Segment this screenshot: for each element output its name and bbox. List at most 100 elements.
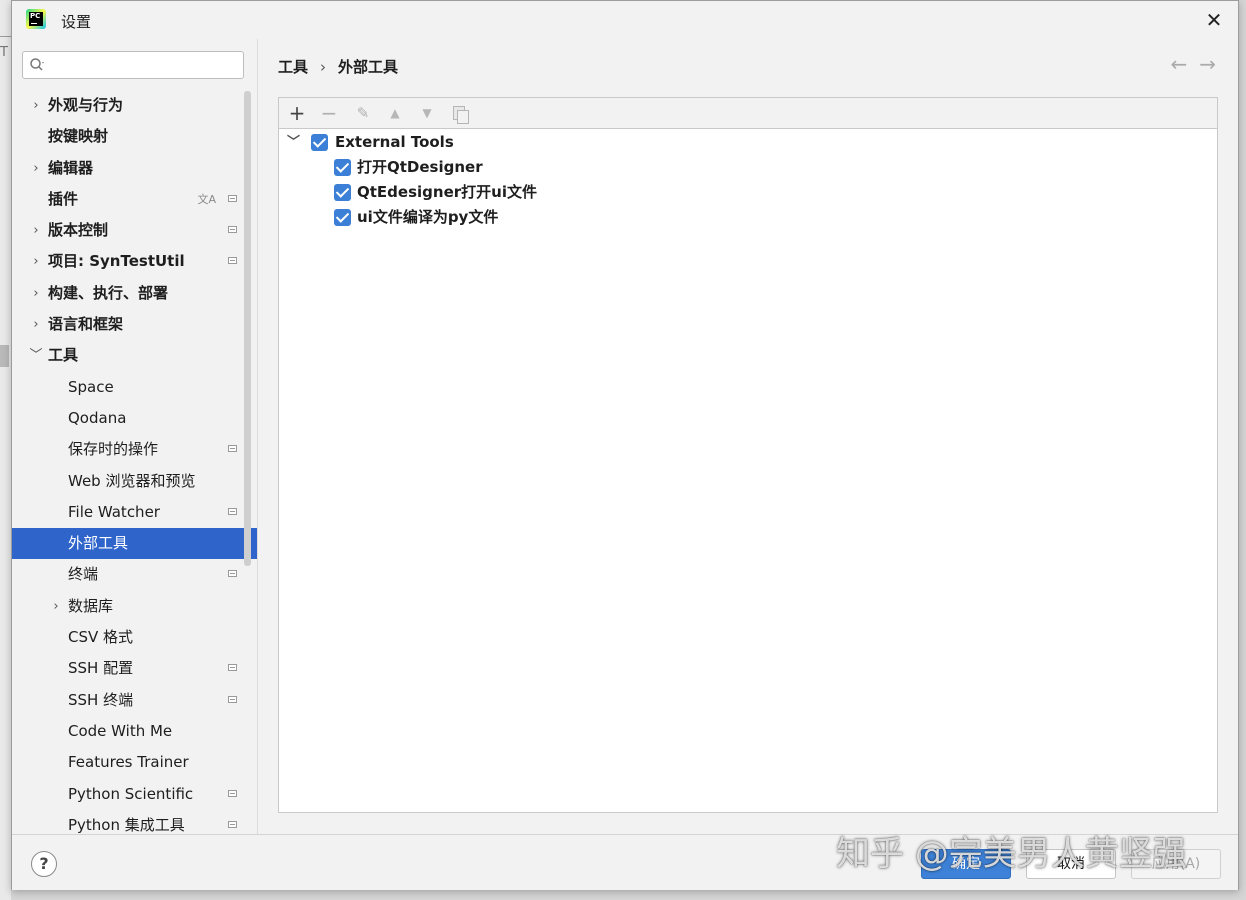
sidebar-item-label: 构建、执行、部署	[48, 283, 169, 302]
sidebar-item[interactable]: 外部工具	[12, 528, 257, 560]
sidebar-item-label: 保存时的操作	[68, 440, 159, 459]
group-checkbox[interactable]	[311, 134, 328, 151]
sidebar-item[interactable]: › 数据库	[12, 591, 257, 622]
sidebar-item-label: 编辑器	[48, 158, 94, 177]
sidebar-item[interactable]: 终端	[12, 559, 257, 590]
chevron-right-icon[interactable]: ›	[29, 153, 43, 184]
chevron-right-icon[interactable]: ›	[29, 309, 43, 340]
sidebar-item-label: Features Trainer	[68, 753, 189, 772]
search-icon	[30, 58, 44, 71]
tree-item[interactable]: QtEdesigner打开ui文件	[279, 180, 1217, 205]
sidebar-item-label: SSH 配置	[68, 659, 134, 678]
project-level-icon	[228, 695, 237, 703]
sidebar-item-label: Python Scientific	[68, 784, 194, 803]
tool-checkbox[interactable]	[334, 209, 351, 226]
background-divider	[0, 36, 11, 37]
sidebar-item-label: 项目: SynTestUtil	[48, 252, 185, 271]
sidebar-item[interactable]: SSH 终端	[12, 685, 257, 716]
sidebar-item[interactable]: File Watcher	[12, 497, 257, 528]
sidebar-item[interactable]: SSH 配置	[12, 653, 257, 684]
project-level-icon	[228, 257, 237, 265]
add-icon[interactable]: +	[285, 101, 309, 125]
breadcrumb: 工具 › 外部工具	[278, 56, 398, 77]
chevron-right-icon[interactable]: ›	[29, 278, 43, 309]
chevron-right-icon[interactable]: ›	[29, 246, 43, 277]
settings-sidebar: › 外观与行为 按键映射 › 编辑器 插件 文A › 版本控制 › 项目: SynTestUtil ›…	[12, 39, 257, 834]
sidebar-item-label: 外观与行为	[48, 96, 124, 114]
project-level-icon	[228, 445, 237, 453]
move-up-icon[interactable]: ▲	[383, 101, 407, 125]
chevron-right-icon[interactable]: ›	[29, 215, 43, 246]
sidebar-item[interactable]: › 版本控制	[12, 215, 257, 246]
edit-icon[interactable]: ✎	[351, 101, 375, 125]
dialog-footer: ? 确定 取消 应用(A)	[12, 834, 1238, 890]
sidebar-item-label: Python 集成工具	[68, 815, 185, 834]
tool-checkbox[interactable]	[334, 184, 351, 201]
help-button[interactable]: ?	[31, 851, 57, 877]
window-title: 设置	[61, 13, 92, 31]
breadcrumb-parent[interactable]: 工具	[278, 58, 308, 76]
sidebar-item[interactable]: Space	[12, 372, 257, 403]
sidebar-item[interactable]: Python Scientific	[12, 779, 257, 810]
external-tools-panel: + − ✎ ▲ ▼ ﹀ External Tools 打开QtDesigner	[278, 97, 1218, 813]
apply-button[interactable]: 应用(A)	[1131, 849, 1221, 879]
move-down-icon[interactable]: ▼	[415, 101, 439, 125]
sidebar-item-label: Space	[68, 377, 114, 396]
close-icon[interactable]: ✕	[1202, 8, 1226, 32]
sidebar-item[interactable]: Qodana	[12, 403, 257, 434]
chevron-down-icon[interactable]: ﹀	[29, 340, 43, 371]
back-arrow-icon[interactable]: ←	[1170, 52, 1199, 76]
tree-item-label: 打开QtDesigner	[357, 158, 483, 176]
tree-item[interactable]: ui文件编译为py文件	[279, 205, 1217, 230]
search-input[interactable]	[22, 51, 244, 79]
tree-item[interactable]: 打开QtDesigner	[279, 155, 1217, 180]
pycharm-logo-icon: PC	[26, 9, 46, 29]
project-level-icon	[228, 226, 237, 234]
sidebar-item-label: 语言和框架	[48, 315, 124, 334]
sidebar-item-label: 插件	[48, 189, 79, 208]
sidebar-item[interactable]: Web 浏览器和预览	[12, 466, 257, 497]
sidebar-item[interactable]: › 构建、执行、部署	[12, 278, 257, 309]
background-text: T	[0, 45, 8, 60]
project-level-icon	[228, 194, 237, 202]
chevron-right-icon[interactable]: ›	[49, 591, 63, 622]
chevron-down-icon[interactable]: ﹀	[287, 130, 300, 155]
sidebar-item[interactable]: › 编辑器	[12, 153, 257, 184]
sidebar-item[interactable]: › 语言和框架	[12, 309, 257, 340]
sidebar-item-label: Qodana	[68, 408, 127, 427]
remove-icon[interactable]: −	[317, 101, 341, 125]
chevron-right-icon[interactable]: ›	[29, 90, 43, 121]
sidebar-scrollbar[interactable]	[244, 91, 251, 566]
sidebar-tree: › 外观与行为 按键映射 › 编辑器 插件 文A › 版本控制 › 项目: SynTestUtil ›…	[12, 90, 257, 834]
project-level-icon	[228, 789, 237, 797]
forward-arrow-icon[interactable]: →	[1199, 52, 1228, 76]
sidebar-item-label: 按键映射	[48, 127, 109, 146]
sidebar-item[interactable]: 插件 文A	[12, 184, 257, 215]
sidebar-item[interactable]: › 外观与行为	[12, 90, 257, 121]
copy-icon[interactable]	[447, 101, 471, 125]
breadcrumb-current: 外部工具	[338, 58, 399, 76]
project-level-icon	[228, 507, 237, 515]
tools-toolbar: + − ✎ ▲ ▼	[279, 98, 1217, 129]
tool-checkbox[interactable]	[334, 159, 351, 176]
tools-tree: ﹀ External Tools 打开QtDesigner QtEdesigne…	[279, 130, 1217, 230]
sidebar-item[interactable]: › 项目: SynTestUtil	[12, 246, 257, 277]
project-level-icon	[228, 820, 237, 828]
cancel-button[interactable]: 取消	[1026, 849, 1116, 879]
project-level-icon	[228, 570, 237, 578]
sidebar-item[interactable]: Python 集成工具	[12, 810, 257, 834]
sidebar-item[interactable]: Features Trainer	[12, 747, 257, 778]
sidebar-item[interactable]: ﹀ 工具	[12, 340, 257, 371]
sidebar-item-label: 数据库	[68, 596, 114, 615]
sidebar-item[interactable]: 保存时的操作	[12, 434, 257, 465]
background-marker	[0, 345, 9, 367]
settings-dialog: PC 设置 ✕ › 外观与行为 按键映射 › 编辑器 插件 文A › 版本控制 › 项目: SynT…	[11, 0, 1239, 890]
sidebar-item-label: CSV 格式	[68, 628, 134, 647]
sidebar-item[interactable]: Code With Me	[12, 716, 257, 747]
background-window: T	[0, 0, 11, 900]
sidebar-item[interactable]: 按键映射	[12, 121, 257, 152]
ok-button[interactable]: 确定	[921, 849, 1011, 879]
sidebar-item[interactable]: CSV 格式	[12, 622, 257, 653]
tree-group-external-tools[interactable]: ﹀ External Tools	[279, 130, 1217, 155]
title-bar: PC 设置 ✕	[12, 1, 1238, 39]
